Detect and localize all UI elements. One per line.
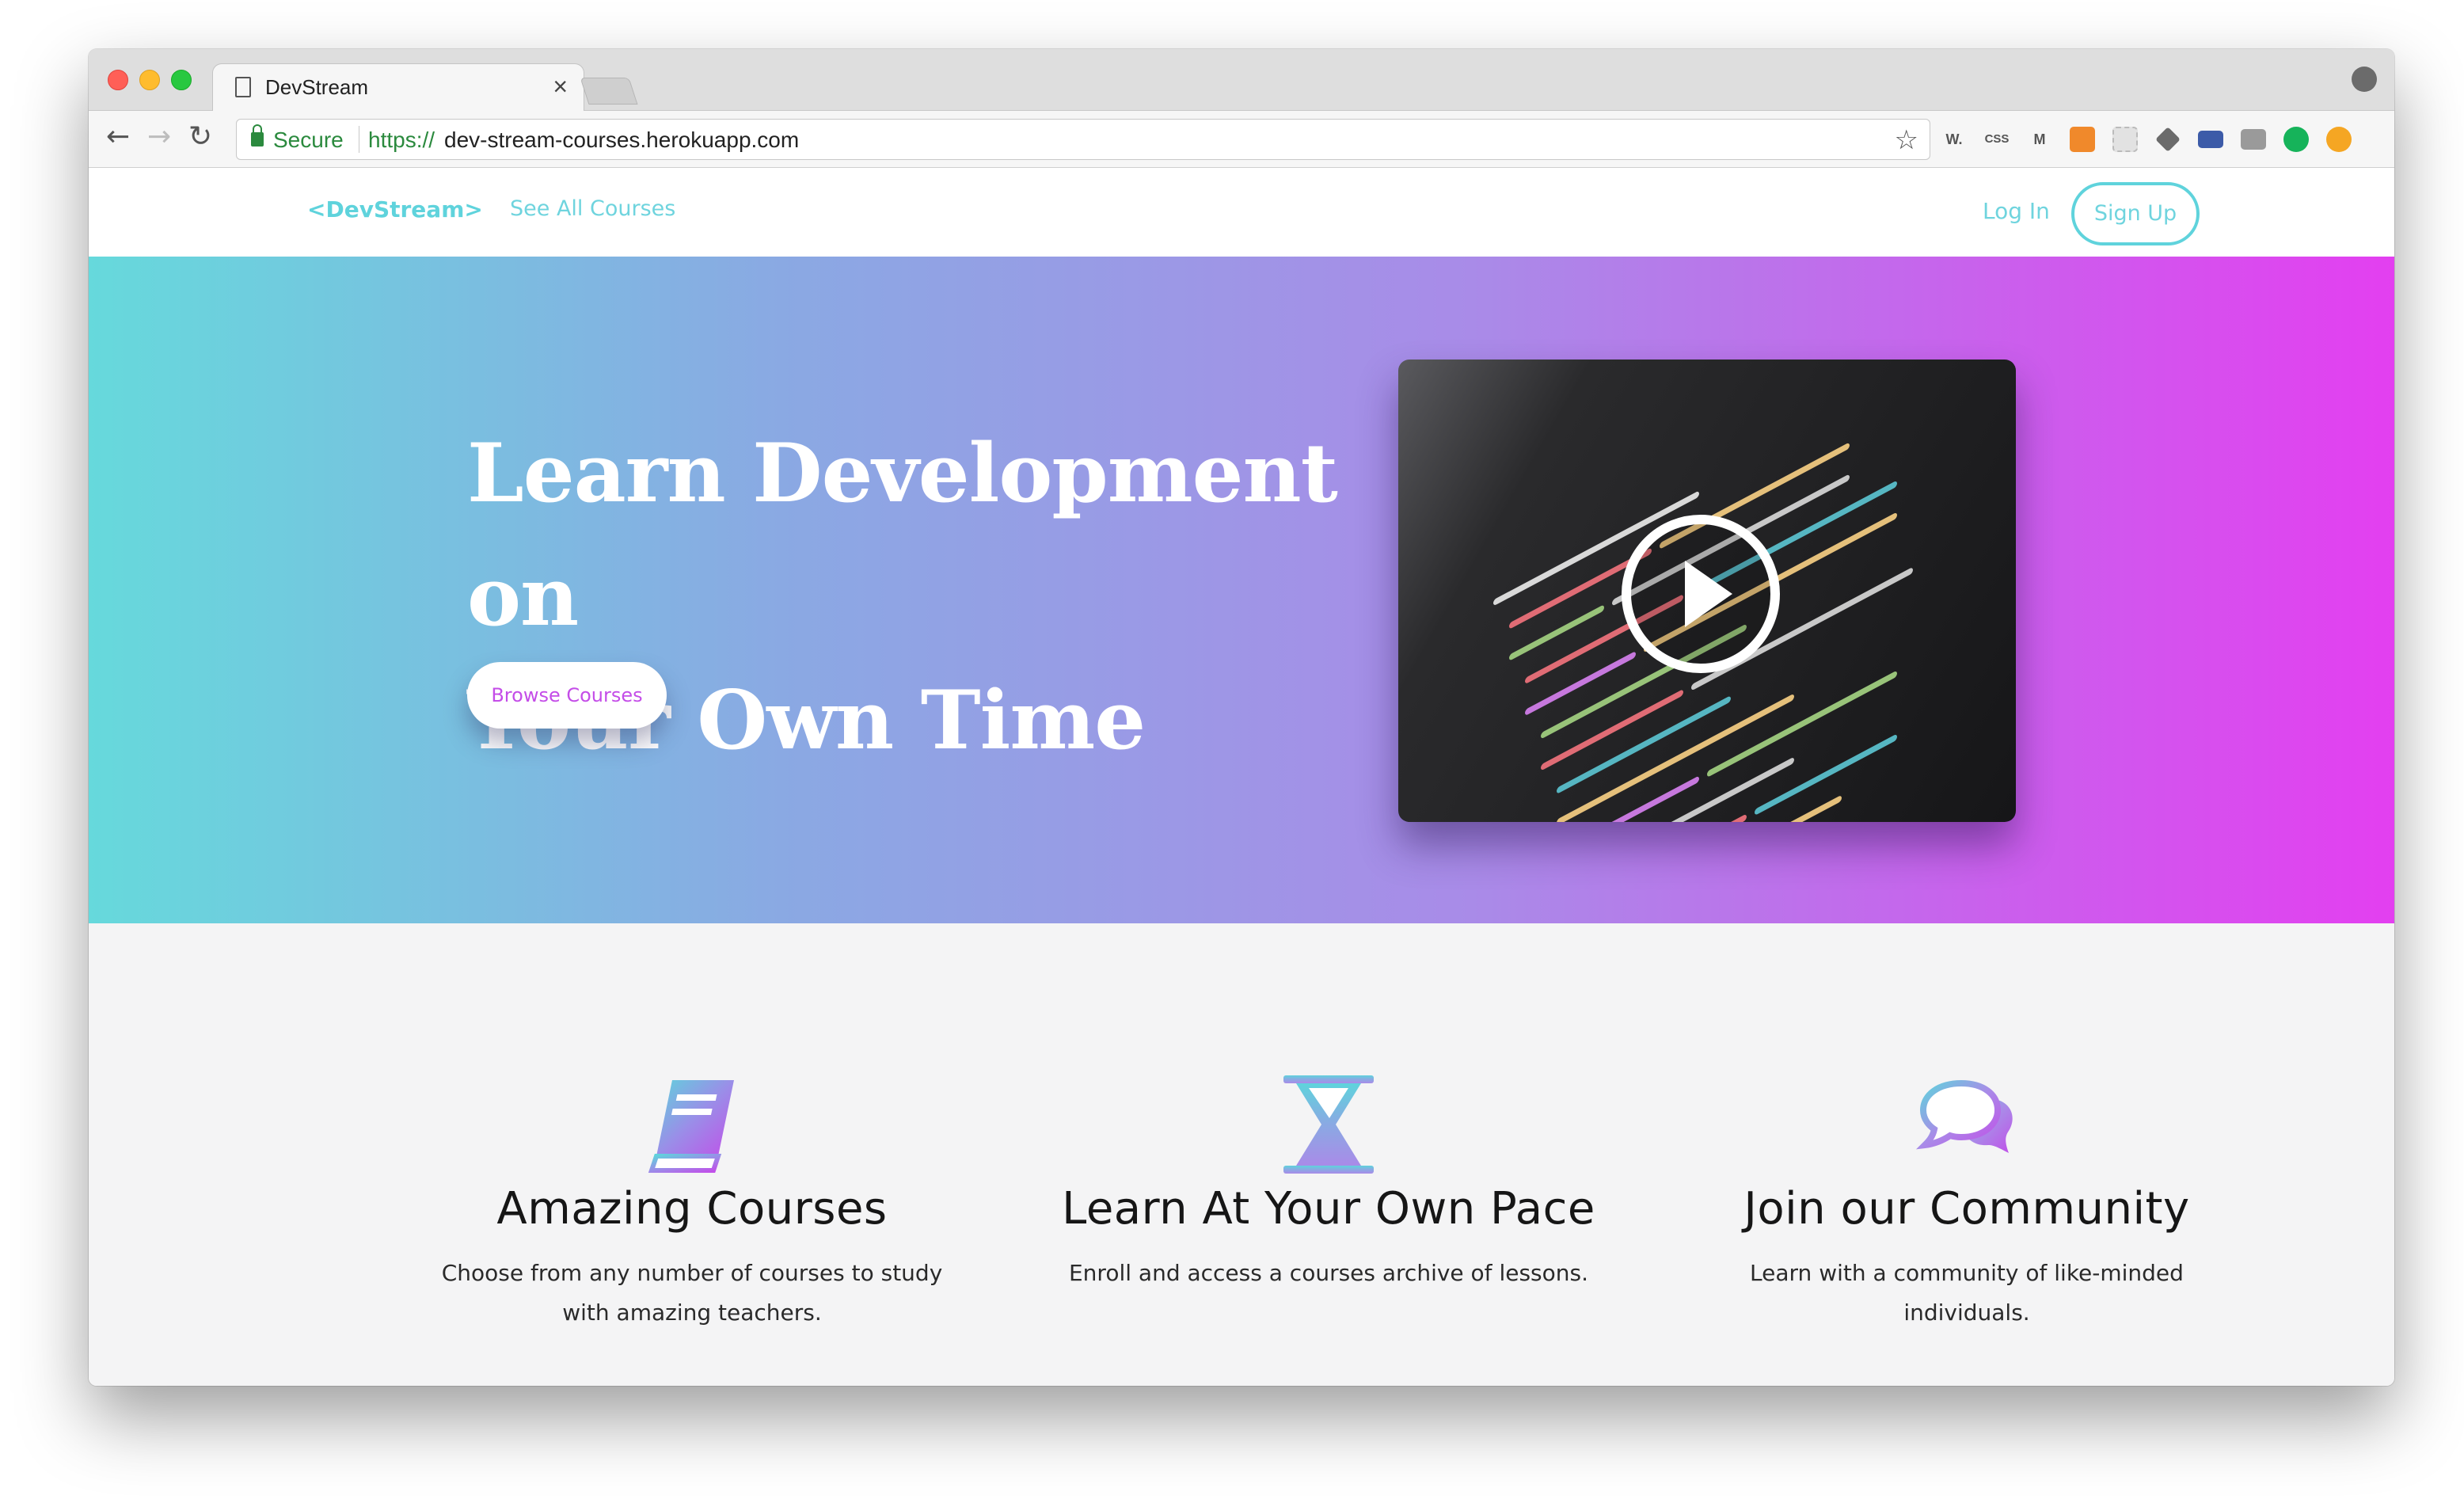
feature-title: Learn At Your Own Pace	[1062, 1183, 1595, 1235]
url-host: dev-stream-courses.herokuapp.com	[444, 127, 800, 152]
book-icon	[648, 1080, 734, 1173]
web-page: <DevStream> See All Courses Log In Sign …	[89, 168, 2394, 1386]
rocket-icon[interactable]	[2155, 127, 2181, 152]
browse-courses-button[interactable]: Browse Courses	[467, 662, 667, 729]
reload-icon[interactable]: ↻	[188, 120, 212, 153]
grammarly-icon[interactable]	[2283, 127, 2309, 152]
play-icon	[1685, 561, 1732, 627]
play-button[interactable]	[1622, 515, 1780, 673]
feature-title: Amazing Courses	[496, 1183, 888, 1235]
sign-up-button[interactable]: Sign Up	[2071, 182, 2200, 245]
maximize-window-button[interactable]	[171, 70, 192, 90]
back-arrow-icon[interactable]: ←	[106, 120, 130, 153]
close-window-button[interactable]	[108, 70, 128, 90]
browser-toolbar: ← → ↻ Secure https:// dev-stream-courses…	[89, 111, 2394, 168]
code-line	[1509, 604, 1604, 661]
feature-own-pace: Learn At Your Own Pace Enroll and access…	[1051, 1074, 1606, 1293]
chat-bubbles-icon	[1915, 1079, 2013, 1153]
feature-text: Enroll and access a courses archive of l…	[1068, 1260, 1588, 1286]
extension-grid-icon[interactable]	[2112, 127, 2138, 152]
lock-icon	[251, 124, 264, 146]
features-section: Amazing Courses Choose from any number o…	[89, 923, 2394, 1386]
minimize-window-button[interactable]	[139, 70, 160, 90]
hero-section: Learn Development on Your Own Time Brows…	[89, 257, 2394, 923]
page-icon	[235, 77, 251, 97]
hero-title-line-1: Learn Development on	[467, 426, 1338, 645]
feature-amazing-courses: Amazing Courses Choose from any number o…	[415, 1074, 969, 1333]
new-tab-button[interactable]	[580, 78, 638, 105]
browser-window: DevStream × ← → ↻ Secure https:// dev-st…	[89, 49, 2394, 1386]
code-line	[1525, 650, 1636, 717]
video-player[interactable]	[1398, 360, 2016, 822]
wappalyzer-icon[interactable]: W.	[1941, 127, 1967, 152]
og-icon[interactable]	[2198, 131, 2223, 148]
feature-text: Learn with a community of like-minded in…	[1750, 1260, 2184, 1326]
feature-text: Choose from any number of courses to stu…	[441, 1260, 943, 1326]
code-line	[1557, 693, 1794, 822]
url-protocol: https://	[368, 127, 435, 152]
brand-logo-link[interactable]: <DevStream>	[307, 196, 483, 223]
see-all-courses-link[interactable]: See All Courses	[510, 196, 675, 221]
tab-devstream[interactable]: DevStream ×	[212, 63, 584, 111]
camera-icon[interactable]	[2241, 129, 2266, 150]
hourglass-icon	[1283, 1075, 1374, 1174]
log-in-link[interactable]: Log In	[1983, 198, 2050, 224]
feature-community: Join our Community Learn with a communit…	[1690, 1074, 2244, 1333]
address-bar[interactable]: Secure https:// dev-stream-courses.herok…	[236, 119, 1930, 160]
tab-strip: DevStream ×	[89, 49, 2394, 111]
feature-title: Join our Community	[1743, 1183, 2190, 1235]
bookmark-star-icon[interactable]: ☆	[1895, 124, 1918, 156]
profile-icon[interactable]	[2352, 67, 2377, 92]
css-icon[interactable]: CSS	[1984, 127, 2010, 152]
forward-arrow-icon[interactable]: →	[147, 120, 171, 153]
tab-close-icon[interactable]: ×	[553, 72, 568, 101]
upload-icon[interactable]	[2326, 127, 2352, 152]
extension-orange-icon[interactable]	[2070, 127, 2095, 152]
site-navbar: <DevStream> See All Courses Log In Sign …	[89, 168, 2394, 257]
secure-label: Secure	[273, 127, 344, 152]
m-icon[interactable]: M	[2027, 127, 2052, 152]
tab-title: DevStream	[265, 75, 369, 99]
